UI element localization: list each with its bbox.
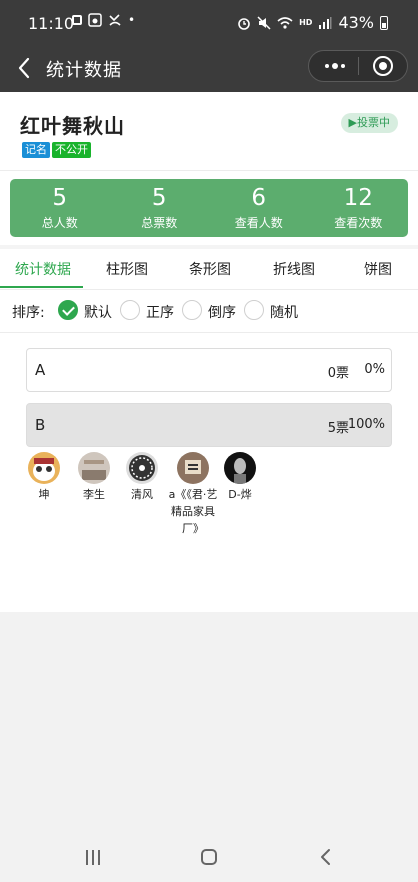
voter-list: 坤 李生 清风 a《《君·艺精品家具厂》 D-烨 (26, 452, 386, 542)
back-arrow-icon[interactable] (12, 54, 38, 82)
option-name: B (35, 416, 46, 434)
tab-column-chart[interactable]: 柱形图 (106, 259, 148, 279)
hd-label: HD (299, 18, 313, 27)
stat-label: 查看次数 (334, 216, 383, 230)
avatar (126, 452, 158, 484)
mute-icon (257, 15, 271, 30)
more-dot-icon (332, 63, 338, 69)
option-row-b[interactable]: B 5票 100% (26, 403, 392, 447)
back-icon[interactable] (318, 848, 334, 866)
radio-ascending[interactable] (120, 300, 140, 320)
option-name: A (35, 361, 46, 379)
option-percent: 100% (347, 417, 385, 432)
avatar (224, 452, 256, 484)
status-bar: 11:10 • HD 43% (0, 0, 418, 46)
poll-header: 红叶舞秋山 记名 不公开 ▶投票中 (0, 92, 418, 171)
voter-item[interactable]: 清风 (118, 452, 166, 503)
tab-line-chart[interactable]: 折线图 (273, 259, 315, 279)
battery-icon (380, 15, 388, 30)
sort-label: 排序: (12, 305, 45, 321)
navigation-bar: 统计数据 (0, 46, 418, 92)
alarm-icon (238, 17, 250, 30)
option-votes: 0票 (327, 366, 349, 381)
voter-name: D-烨 (228, 488, 252, 501)
stat-label: 总人数 (41, 216, 78, 230)
stats-summary-card: 5 总人数 5 总票数 6 查看人数 12 查看次数 (10, 179, 408, 237)
mini-program-capsule (308, 50, 408, 82)
tab-bar-chart[interactable]: 条形图 (189, 259, 231, 279)
close-mini-program-icon[interactable] (373, 56, 393, 76)
radio-random[interactable] (244, 300, 264, 320)
gallery-icon (72, 15, 82, 25)
radio-default[interactable] (58, 300, 78, 320)
radio-descending-label[interactable]: 倒序 (208, 302, 236, 322)
radio-random-label[interactable]: 随机 (270, 302, 298, 322)
stat-value: 5 (151, 185, 167, 211)
tag-private: 不公开 (52, 142, 91, 158)
stat-views: 12 查看次数 (309, 179, 409, 237)
stat-viewers: 6 查看人数 (209, 179, 309, 237)
play-icon: ▶ (348, 116, 357, 129)
option-row-a[interactable]: A 0票 0% (26, 348, 392, 392)
voter-item[interactable]: 李生 (70, 452, 118, 503)
sort-options: 排序: 默认 正序 倒序 随机 (0, 290, 418, 333)
option-percent: 0% (364, 362, 385, 377)
signal-icon (319, 16, 332, 29)
more-dot-icon (325, 64, 329, 68)
stat-total-people: 5 总人数 (10, 179, 110, 237)
voter-name: 李生 (83, 488, 105, 501)
tag-named: 记名 (22, 142, 50, 158)
status-badge-label: 投票中 (357, 116, 390, 129)
more-menu-button[interactable] (321, 57, 349, 75)
status-badge: ▶投票中 (340, 113, 398, 133)
tab-statistics[interactable]: 统计数据 (15, 259, 71, 279)
tab-bar: 统计数据 柱形图 条形图 折线图 饼图 (0, 249, 418, 290)
notification-icons: • (72, 13, 135, 27)
more-dot-icon (341, 64, 345, 68)
voter-item[interactable]: a《《君·艺精品家具厂》 (168, 452, 218, 537)
avatar (177, 452, 209, 484)
home-icon[interactable] (201, 849, 217, 865)
voter-name: a《《君·艺精品家具厂》 (168, 488, 218, 535)
radio-default-label[interactable]: 默认 (84, 302, 112, 322)
stat-value: 6 (251, 185, 267, 211)
stat-label: 总票数 (141, 216, 178, 230)
status-time: 11:10 (28, 14, 75, 33)
wifi-icon (277, 16, 293, 29)
paw-icon (88, 13, 102, 27)
avatar (28, 452, 60, 484)
stat-value: 12 (343, 185, 373, 211)
capsule-divider (358, 57, 359, 75)
avatar (78, 452, 110, 484)
stat-label: 查看人数 (234, 216, 283, 230)
voter-name: 坤 (38, 488, 50, 501)
active-tab-indicator (0, 286, 83, 288)
missed-call-icon (109, 14, 121, 26)
voter-item[interactable]: 坤 (20, 452, 68, 503)
main-content: 红叶舞秋山 记名 不公开 ▶投票中 5 总人数 5 总票数 6 查看人数 12 … (0, 92, 418, 612)
option-votes: 5票 (327, 421, 349, 436)
status-dot: • (128, 13, 136, 27)
tab-pie-chart[interactable]: 饼图 (364, 259, 392, 279)
poll-title: 红叶舞秋山 (20, 114, 125, 138)
radio-descending[interactable] (182, 300, 202, 320)
voter-name: 清风 (131, 488, 153, 501)
battery-percent: 43% (338, 13, 374, 32)
page-header-title: 统计数据 (46, 60, 122, 81)
system-icons: HD 43% (237, 13, 388, 32)
stat-value: 5 (52, 185, 68, 211)
system-navigation-bar (0, 836, 418, 882)
voter-item[interactable]: D-烨 (216, 452, 264, 503)
stat-total-votes: 5 总票数 (110, 179, 210, 237)
radio-ascending-label[interactable]: 正序 (146, 302, 174, 322)
recent-apps-icon[interactable] (86, 850, 102, 866)
